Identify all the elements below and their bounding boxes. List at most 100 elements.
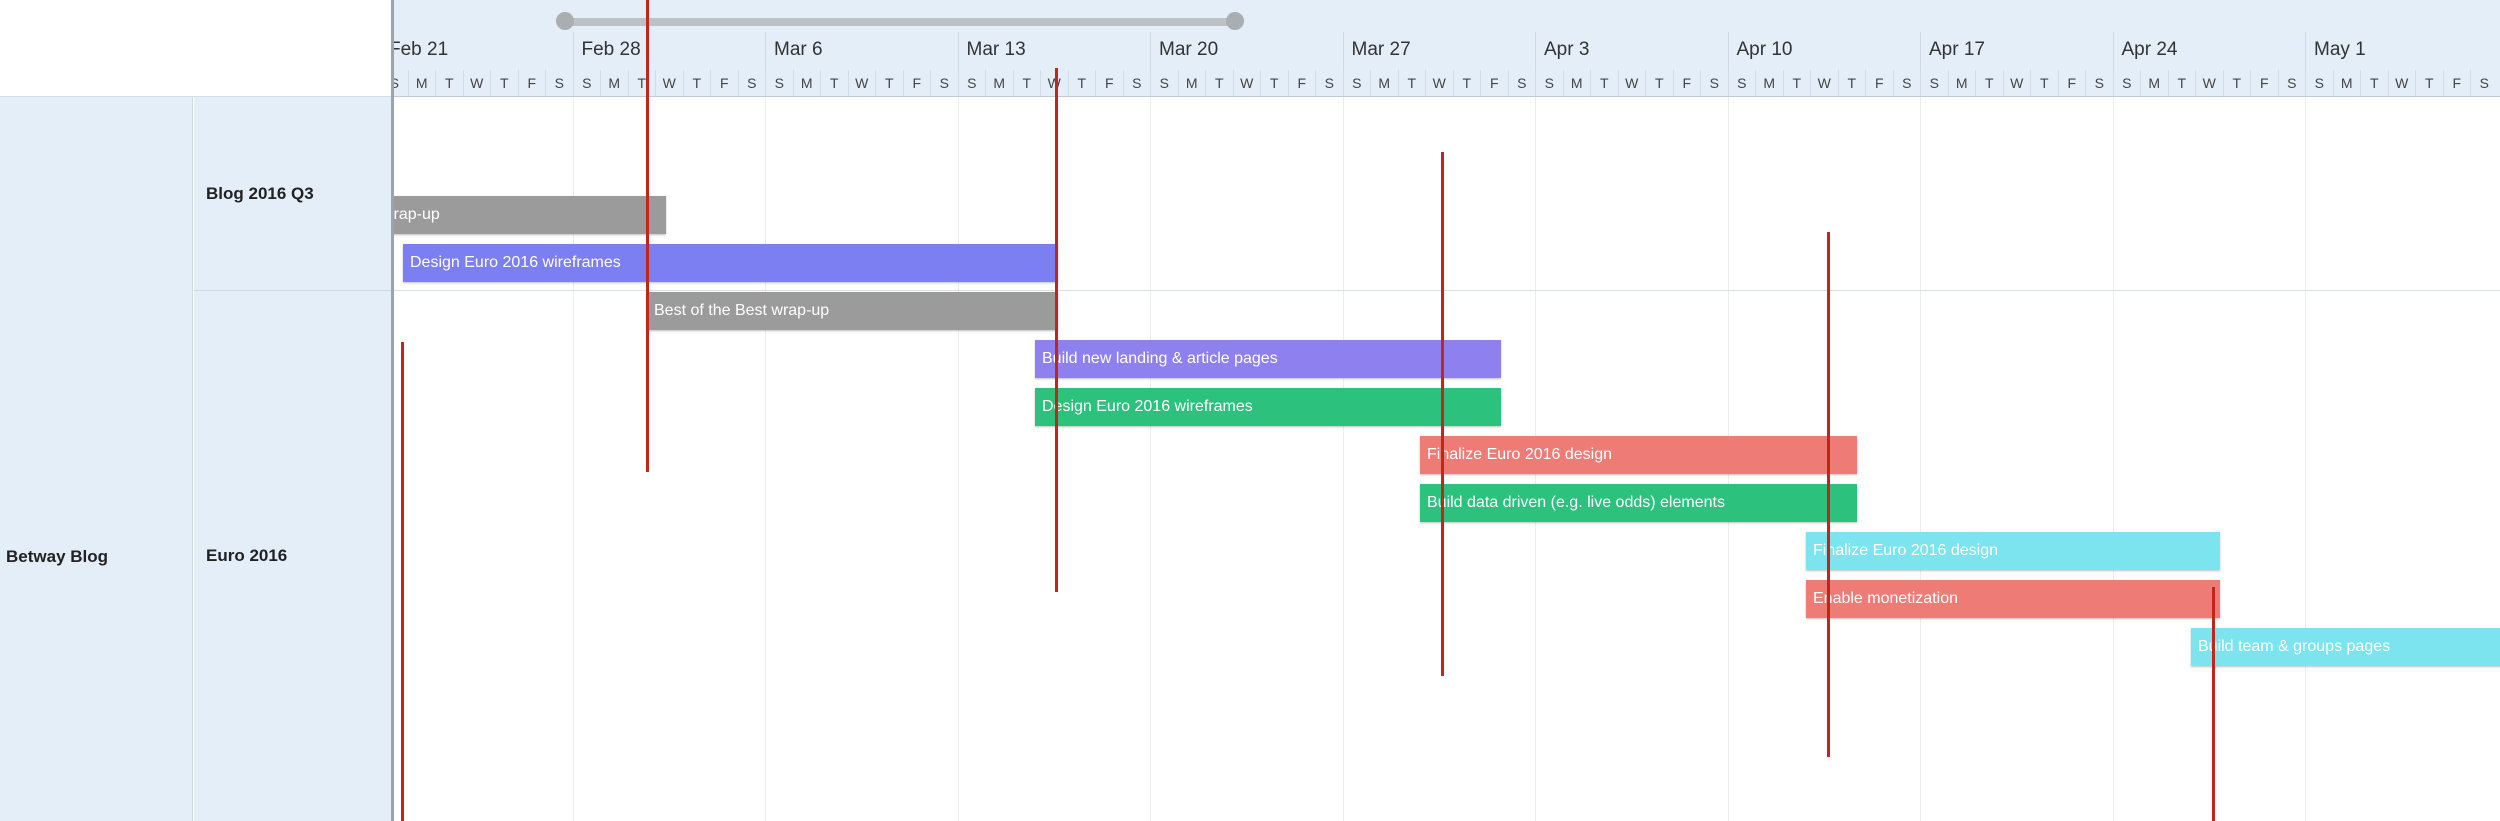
- dependency-marker-line: [2212, 587, 2215, 821]
- task-label: Finalize Euro 2016 design: [1427, 446, 1613, 463]
- day-header: T: [1782, 70, 1811, 96]
- task-bar[interactable]: Build team & groups pages: [2191, 628, 2500, 666]
- day-header: F: [2250, 70, 2278, 96]
- day-header: F: [1480, 70, 1508, 96]
- task-label: Build data driven (e.g. live odds) eleme…: [1427, 494, 1725, 511]
- day-header: F: [1672, 70, 1701, 96]
- task-label: Finalize Euro 2016 design: [1813, 542, 1999, 559]
- task-bar[interactable]: Finalize Euro 2016 design: [1420, 436, 1857, 474]
- week-header: Apr 17: [1920, 32, 2113, 70]
- day-header: W: [1617, 70, 1646, 96]
- day-header: T: [682, 70, 711, 96]
- week-label: Mar 20: [1159, 39, 1219, 60]
- day-header: F: [517, 70, 546, 96]
- group-row-betway-blog[interactable]: Betway Blog: [0, 97, 193, 821]
- day-header: S: [1122, 70, 1151, 96]
- task-bar[interactable]: Build data driven (e.g. live odds) eleme…: [1420, 484, 1857, 522]
- task-label: Enable monetization: [1813, 590, 1958, 607]
- day-header: M: [792, 70, 821, 96]
- zoom-range-slider[interactable]: [564, 18, 1234, 26]
- day-header: S: [737, 70, 766, 96]
- day-header: F: [1865, 70, 1893, 96]
- day-header: T: [1067, 70, 1096, 96]
- week-gridline: [1920, 97, 1921, 821]
- day-header: S: [1700, 70, 1728, 96]
- zoom-start-handle[interactable]: [556, 12, 574, 30]
- task-bar[interactable]: wrap-up: [394, 196, 666, 234]
- day-header: S: [2112, 70, 2141, 96]
- timeline-header: Feb 21 Feb 28 Mar 6 Mar 13 Mar 20 Mar 27 Apr 3…: [394, 0, 2500, 97]
- day-header: S: [2470, 70, 2498, 96]
- day-header: S: [1342, 70, 1371, 96]
- week-gridline: [2112, 97, 2114, 821]
- day-header: M: [2332, 70, 2361, 96]
- day-header: S: [1507, 70, 1536, 96]
- week-label: Apr 24: [2121, 39, 2178, 60]
- day-header: T: [2167, 70, 2196, 96]
- row-divider: [394, 290, 2500, 291]
- dependency-marker-line: [1827, 232, 1830, 757]
- week-label: Apr 17: [1929, 39, 1985, 60]
- day-header: S: [1535, 70, 1563, 96]
- task-bar[interactable]: Enable monetization: [1806, 580, 2220, 618]
- day-header: M: [407, 70, 436, 96]
- day-header: T: [1590, 70, 1618, 96]
- task-label: Design Euro 2016 wireframes: [410, 254, 621, 271]
- task-label: Build team & groups pages: [2198, 638, 2391, 655]
- week-gridline: [765, 97, 766, 821]
- day-header: M: [1562, 70, 1591, 96]
- day-header: F: [1095, 70, 1123, 96]
- day-header: S: [957, 70, 986, 96]
- week-header: Mar 13: [957, 32, 1151, 70]
- week-header: Feb 28: [572, 32, 766, 70]
- week-header: Apr 3: [1535, 32, 1728, 70]
- day-header: W: [1040, 70, 1068, 96]
- week-header: Mar 20: [1150, 32, 1343, 70]
- day-header: T: [1260, 70, 1288, 96]
- zoom-end-handle[interactable]: [1226, 12, 1244, 30]
- subgroup-row-euro-2016[interactable]: Euro 2016: [194, 291, 392, 821]
- day-header: W: [2002, 70, 2031, 96]
- day-header: W: [462, 70, 491, 96]
- day-header: M: [600, 70, 628, 96]
- task-bar[interactable]: Best of the Best wrap-up: [647, 292, 1058, 330]
- day-header: S: [572, 70, 601, 96]
- week-label: Mar 27: [1351, 39, 1411, 60]
- day-header: T: [1205, 70, 1233, 96]
- week-header: Apr 24: [2112, 32, 2306, 70]
- subgroup-row-blog-2016-q3[interactable]: Blog 2016 Q3: [194, 97, 392, 291]
- day-header: S: [1150, 70, 1178, 96]
- day-header: W: [1232, 70, 1261, 96]
- day-header: F: [2442, 70, 2471, 96]
- week-label: Apr 3: [1544, 39, 1590, 60]
- day-header: T: [1837, 70, 1866, 96]
- label-panel-header: [0, 0, 392, 97]
- week-header: Mar 27: [1342, 32, 1536, 70]
- day-header: W: [1810, 70, 1838, 96]
- day-header: F: [1287, 70, 1316, 96]
- day-header: F: [2057, 70, 2086, 96]
- timeline-grid: wrap-up Design Euro 2016 wireframes Best o…: [394, 97, 2500, 821]
- task-bar[interactable]: Design Euro 2016 wireframes: [1035, 388, 1501, 426]
- day-header: T: [1012, 70, 1041, 96]
- task-bar[interactable]: Build new landing & article pages: [1035, 340, 1501, 378]
- day-header: S: [545, 70, 573, 96]
- day-header: M: [1370, 70, 1398, 96]
- gantt-timeline-app: Betway Blog Blog 2016 Q3 Euro 2016 Feb 2…: [0, 0, 2500, 821]
- week-header: Mar 6: [765, 32, 958, 70]
- day-header: T: [490, 70, 518, 96]
- dependency-marker-line: [646, 0, 649, 472]
- day-header: W: [1425, 70, 1453, 96]
- day-header: W: [847, 70, 876, 96]
- task-bar[interactable]: Design Euro 2016 wireframes: [403, 244, 1058, 282]
- day-header: S: [930, 70, 958, 96]
- task-bar[interactable]: Finalize Euro 2016 design: [1806, 532, 2220, 570]
- day-header: S: [2277, 70, 2306, 96]
- week-gridline: [1150, 97, 1151, 821]
- day-header: F: [710, 70, 738, 96]
- task-label: Design Euro 2016 wireframes: [1042, 398, 1253, 415]
- day-header: S: [765, 70, 793, 96]
- week-label: Mar 6: [774, 39, 823, 60]
- day-header: T: [2030, 70, 2058, 96]
- day-header: T: [2415, 70, 2443, 96]
